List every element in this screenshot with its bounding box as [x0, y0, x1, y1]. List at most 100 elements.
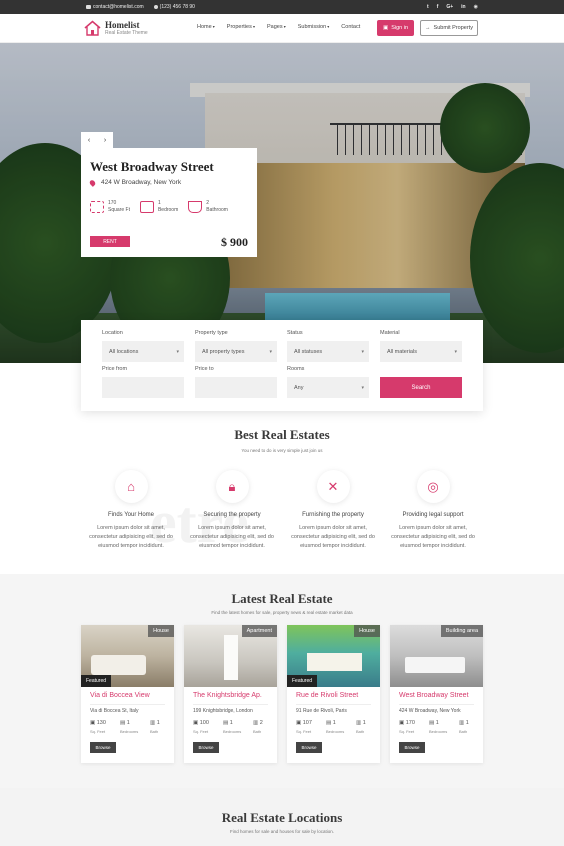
material-select[interactable]: All materials [380, 341, 462, 362]
next-arrow-icon[interactable]: › [97, 132, 113, 148]
property-card[interactable]: House Featured Rue de Rivoli Street 91 R… [287, 625, 380, 763]
stat-bedrooms: ▤ 1 Bedrooms [223, 720, 242, 734]
location-label: Location [102, 330, 123, 336]
status-select[interactable]: All statuses [287, 341, 369, 362]
logo[interactable]: Homelist Real Estate Theme [84, 20, 148, 37]
stat-bath: ▥ 2 Bath [253, 720, 273, 734]
social-links: t f G+ in ◉ [427, 4, 478, 10]
material-label: Material [380, 330, 400, 336]
service-title: Furnishing the property [302, 512, 364, 518]
menu-item-submission[interactable]: Submission [298, 24, 330, 30]
google-plus-icon[interactable]: G+ [446, 4, 453, 10]
email-contact[interactable]: contact@homelist.com [86, 4, 144, 10]
sofa-shape [91, 655, 146, 675]
property-image[interactable]: House Featured [287, 625, 380, 687]
featured-badge: Featured [287, 675, 318, 687]
divider [399, 704, 474, 705]
browse-button[interactable]: Browse [399, 742, 425, 753]
sign-in-button[interactable]: ▣ Sign in [377, 20, 414, 36]
property-stats: ▣ 170 Sq. Feet ▤ 1 Bedrooms ▥ 1 Bath [399, 720, 479, 734]
linkedin-icon[interactable]: in [461, 4, 465, 10]
browse-button[interactable]: Browse [90, 742, 116, 753]
service-securing: 🔒︎ Securing the property Lorem ipsum dol… [186, 470, 278, 551]
property-image[interactable]: House Featured [81, 625, 174, 687]
search-button[interactable]: Search [380, 377, 462, 398]
tools-icon: ✕ [316, 470, 350, 503]
logo-name: Homelist [105, 19, 140, 30]
bed-label: Bedrooms [223, 729, 242, 734]
area-icon [90, 201, 104, 213]
menu-item-home[interactable]: Home [197, 24, 215, 30]
property-type-label: Property type [195, 330, 228, 336]
service-title: Providing legal support [402, 512, 464, 518]
hero-address: 424 W Broadway, New York [88, 178, 181, 187]
service-title: Securing the property [203, 512, 261, 518]
status-badge: RENT [90, 236, 130, 247]
hero-features: 170 Square Ft 1 Bedroom 2 Bathroom [90, 200, 228, 214]
service-description: Lorem ipsum dolor sit amet, consectetur … [291, 525, 375, 549]
bed-value: 1 [332, 720, 336, 726]
hero-slider-arrows: ‹ › [81, 132, 113, 148]
property-stats: ▣ 107 Sq. Feet ▤ 1 Bedrooms ▥ 1 Bath [296, 720, 376, 734]
bath-label: Bath [150, 729, 159, 734]
feature-bedroom: 1 Bedroom [139, 200, 178, 214]
divider [90, 704, 165, 705]
sqft-label: Sq. Feet [296, 729, 312, 734]
property-title[interactable]: West Broadway Street [399, 692, 469, 699]
bath-value: 1 [156, 720, 160, 726]
menu-item-pages[interactable]: Pages [267, 24, 286, 30]
rooms-label: Rooms [287, 366, 305, 372]
property-address: 199 Knightsbridge, London [193, 708, 253, 714]
prev-arrow-icon[interactable]: ‹ [81, 132, 97, 148]
twitter-icon[interactable]: t [427, 4, 429, 10]
main-navbar: Homelist Real Estate Theme Home Properti… [0, 14, 564, 43]
location-select[interactable]: All locations [102, 341, 184, 362]
property-address: Via di Boccea St, Italy [90, 708, 139, 714]
price-to-input[interactable] [195, 377, 277, 398]
sqft-label: Sq. Feet [399, 729, 415, 734]
dribbble-icon[interactable]: ◉ [474, 4, 478, 10]
bath-label: Bath [459, 729, 468, 734]
menu-item-properties[interactable]: Properties [227, 24, 255, 30]
bedroom-value: 1 [157, 200, 161, 206]
property-card[interactable]: Building area West Broadway Street 424 W… [390, 625, 483, 763]
property-stats: ▣ 130 Sq. Feet ▤ 1 Bedrooms ▥ 1 Bath [90, 720, 170, 734]
submit-property-label: Submit Property [433, 25, 473, 31]
arrow-right-icon: → [425, 25, 431, 31]
bed-label: Bedrooms [326, 729, 345, 734]
browse-button[interactable]: Browse [193, 742, 219, 753]
property-title[interactable]: The Knightsbridge Ap. [193, 692, 262, 699]
bed-label: Bedrooms [120, 729, 139, 734]
property-card[interactable]: Apartment The Knightsbridge Ap. 199 Knig… [184, 625, 277, 763]
property-address: 91 Rue de Rivoli, Paris [296, 708, 347, 714]
area-value: 170 [108, 200, 117, 206]
status-label: Status [287, 330, 303, 336]
lock-icon: 🔒︎ [215, 470, 249, 503]
hero-title[interactable]: West Broadway Street [90, 159, 214, 175]
facebook-icon[interactable]: f [437, 4, 439, 10]
mail-icon [86, 5, 91, 9]
price-to-label: Price to [195, 366, 214, 372]
property-title[interactable]: Via di Boccea View [90, 692, 150, 699]
property-type-select[interactable]: All property types [195, 341, 277, 362]
rooms-select[interactable]: Any [287, 377, 369, 398]
hero-property-card[interactable]: West Broadway Street 424 W Broadway, New… [81, 148, 257, 257]
bed-value: 1 [229, 720, 233, 726]
browse-button[interactable]: Browse [296, 742, 322, 753]
property-image[interactable]: Building area [390, 625, 483, 687]
bed-label: Bedrooms [429, 729, 448, 734]
submit-property-button[interactable]: → Submit Property [420, 20, 478, 36]
phone-contact[interactable]: (123) 456 78 90 [153, 4, 195, 10]
sqft-label: Sq. Feet [193, 729, 209, 734]
sqft-value: 170 [405, 720, 415, 726]
bed-shape [307, 653, 362, 671]
sqft-value: 100 [199, 720, 209, 726]
menu-item-contact[interactable]: Contact [341, 24, 360, 30]
service-furnishing: ✕ Furnishing the property Lorem ipsum do… [287, 470, 379, 551]
bed-icon [139, 201, 154, 213]
price-from-input[interactable] [102, 377, 184, 398]
property-title[interactable]: Rue de Rivoli Street [296, 692, 358, 699]
property-image[interactable]: Apartment [184, 625, 277, 687]
property-card[interactable]: House Featured Via di Boccea View Via di… [81, 625, 174, 763]
service-description: Lorem ipsum dolor sit amet, consectetur … [89, 525, 173, 549]
